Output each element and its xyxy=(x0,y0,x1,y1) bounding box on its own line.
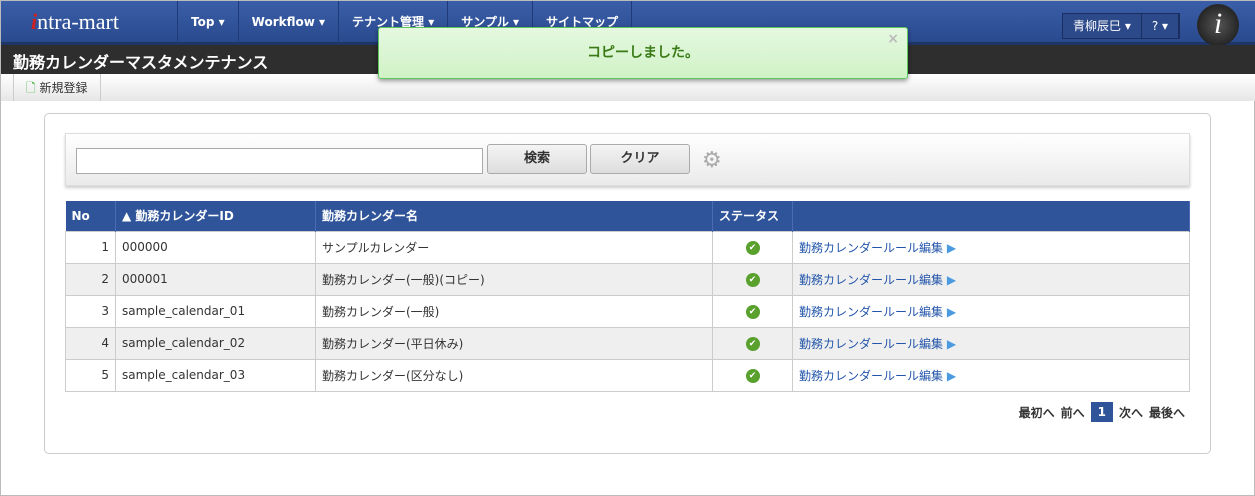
arrow-right-icon: ▶ xyxy=(946,272,957,287)
rule-edit-link[interactable]: 勤務カレンダールール編集 ▶ xyxy=(799,273,956,287)
user-menu[interactable]: 青柳辰巳 ▾ xyxy=(1063,14,1142,38)
row-no: 2 xyxy=(65,262,116,296)
row-id: sample_calendar_02 xyxy=(115,326,316,360)
row-name: 勤務カレンダー(平日休み) xyxy=(315,326,713,360)
arrow-right-icon: ▶ xyxy=(946,304,957,319)
arrow-right-icon: ▶ xyxy=(946,336,957,351)
row-no: 3 xyxy=(65,294,116,328)
pager-last[interactable]: 最後へ xyxy=(1149,404,1185,421)
table-row: 5 sample_calendar_03 勤務カレンダー(区分なし) ✔ 勤務カ… xyxy=(65,358,1190,392)
col-name[interactable]: 勤務カレンダー名 xyxy=(315,201,713,231)
search-bar: 検索 クリア ⚙ xyxy=(65,133,1190,186)
new-register-button[interactable]: 🗋 新規登録 xyxy=(13,74,101,101)
close-icon[interactable]: × xyxy=(887,14,899,64)
row-id: sample_calendar_03 xyxy=(115,358,316,392)
row-id: 000000 xyxy=(115,230,316,264)
col-id[interactable]: ▲ 勤務カレンダーID xyxy=(115,201,316,231)
row-id: sample_calendar_01 xyxy=(115,294,316,328)
clear-button[interactable]: クリア xyxy=(590,144,690,174)
table-row: 2 000001 勤務カレンダー(一般)(コピー) ✔ 勤務カレンダールール編集… xyxy=(65,262,1190,296)
status-check-icon: ✔ xyxy=(745,369,760,383)
menu-workflow[interactable]: Workflow ▾ xyxy=(237,1,338,43)
row-name: 勤務カレンダー(区分なし) xyxy=(315,358,713,392)
rule-edit-link[interactable]: 勤務カレンダールール編集 ▶ xyxy=(799,241,956,255)
col-no[interactable]: No xyxy=(65,201,116,231)
row-id: 000001 xyxy=(115,262,316,296)
intra-mart-logo[interactable]: intra-mart xyxy=(31,9,119,35)
search-button[interactable]: 検索 xyxy=(487,144,587,174)
arrow-right-icon: ▶ xyxy=(946,368,957,383)
calendar-table: No ▲ 勤務カレンダーID 勤務カレンダー名 ステータス 1 000000 サ… xyxy=(65,201,1190,392)
new-register-label: 新規登録 xyxy=(39,81,88,95)
i-logo-icon[interactable]: i xyxy=(1197,4,1239,46)
help-menu[interactable]: ? ▾ xyxy=(1142,14,1180,38)
pager-first[interactable]: 最初へ xyxy=(1019,404,1055,421)
status-check-icon: ✔ xyxy=(745,241,760,255)
pager-prev[interactable]: 前へ xyxy=(1061,404,1085,421)
row-name: サンプルカレンダー xyxy=(315,230,713,264)
rule-edit-link[interactable]: 勤務カレンダールール編集 ▶ xyxy=(799,305,956,319)
pager-current[interactable]: 1 xyxy=(1090,402,1113,422)
table-row: 1 000000 サンプルカレンダー ✔ 勤務カレンダールール編集 ▶ xyxy=(65,230,1190,264)
arrow-right-icon: ▶ xyxy=(946,240,957,255)
table-row: 4 sample_calendar_02 勤務カレンダー(平日休み) ✔ 勤務カ… xyxy=(65,326,1190,360)
status-check-icon: ✔ xyxy=(745,305,760,319)
col-action xyxy=(792,201,1190,231)
row-no: 5 xyxy=(65,358,116,392)
status-check-icon: ✔ xyxy=(745,273,760,287)
row-name: 勤務カレンダー(一般) xyxy=(315,294,713,328)
rule-edit-link[interactable]: 勤務カレンダールール編集 ▶ xyxy=(799,369,956,383)
menu-top[interactable]: Top ▾ xyxy=(177,1,238,43)
content-panel: 検索 クリア ⚙ No ▲ 勤務カレンダーID 勤務カレンダー名 ステータス 1… xyxy=(44,113,1211,454)
table-row: 3 sample_calendar_01 勤務カレンダー(一般) ✔ 勤務カレン… xyxy=(65,294,1190,328)
toast-message: コピーしました。 × xyxy=(378,27,908,79)
search-input[interactable] xyxy=(76,148,483,174)
pagination: 最初へ 前へ 1 次へ 最後へ xyxy=(1019,402,1185,422)
row-no: 4 xyxy=(65,326,116,360)
pager-next[interactable]: 次へ xyxy=(1119,404,1143,421)
status-check-icon: ✔ xyxy=(745,337,760,351)
gear-icon[interactable]: ⚙ xyxy=(702,148,722,173)
row-name: 勤務カレンダー(一般)(コピー) xyxy=(315,262,713,296)
rule-edit-link[interactable]: 勤務カレンダールール編集 ▶ xyxy=(799,337,956,351)
row-no: 1 xyxy=(65,230,116,264)
col-status[interactable]: ステータス xyxy=(712,201,793,231)
toast-text: コピーしました。 xyxy=(587,45,699,61)
new-document-icon: 🗋 xyxy=(26,81,36,95)
